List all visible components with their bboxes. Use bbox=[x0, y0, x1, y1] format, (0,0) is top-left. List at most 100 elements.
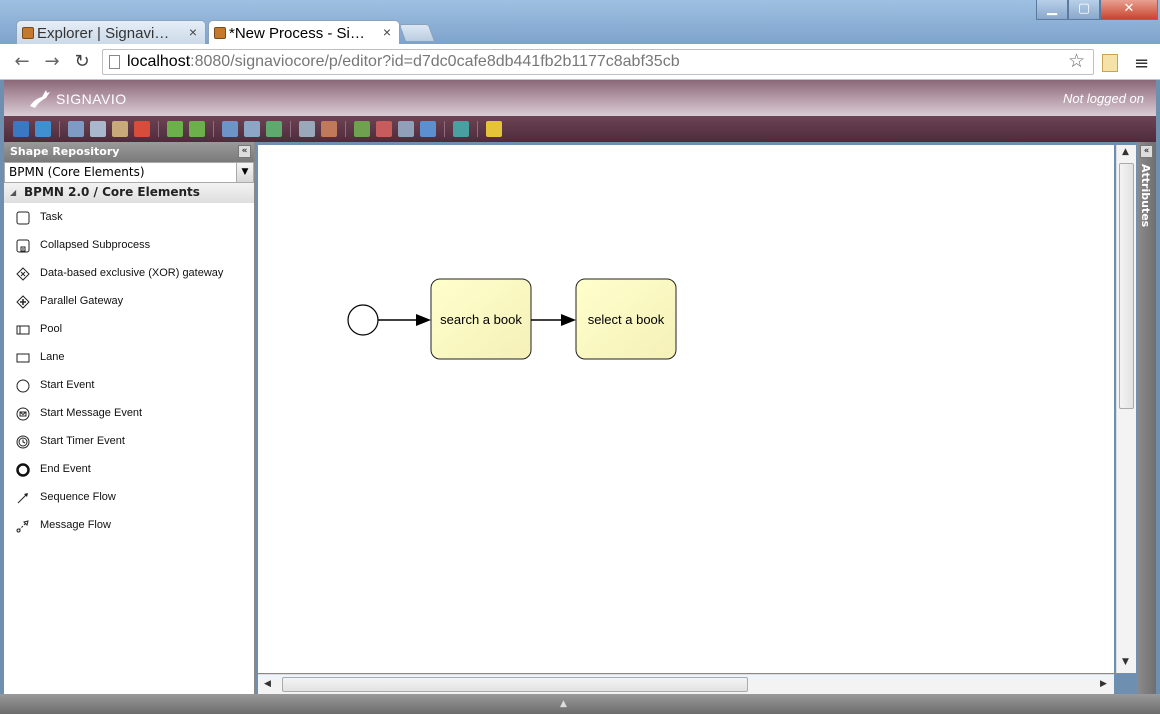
sequence-flow-arrow-icon bbox=[416, 314, 431, 326]
shape-item-sequence-flow[interactable]: Sequence Flow bbox=[4, 483, 254, 511]
align-vertical-icon[interactable] bbox=[222, 121, 238, 137]
shape-item-parallel-gateway[interactable]: Parallel Gateway bbox=[4, 287, 254, 315]
new-tab-button[interactable] bbox=[398, 24, 436, 42]
expand-panel-icon[interactable]: « bbox=[1140, 145, 1153, 158]
shape-label: Data-based exclusive (XOR) gateway bbox=[40, 267, 224, 279]
reload-icon[interactable]: ↻ bbox=[72, 52, 92, 72]
syntax-check-icon[interactable] bbox=[486, 121, 502, 137]
close-window-button[interactable]: ✕ bbox=[1100, 0, 1158, 20]
shape-item-pool[interactable]: Pool bbox=[4, 315, 254, 343]
url-path: :8080/signaviocore/p/editor?id=d7dc0cafe… bbox=[190, 53, 680, 70]
collapse-panel-icon[interactable]: « bbox=[238, 145, 251, 158]
shape-item-collapsed-subprocess[interactable]: Collapsed Subprocess bbox=[4, 231, 254, 259]
extension-icon[interactable] bbox=[1102, 54, 1118, 72]
task-select-a-book[interactable]: select a book bbox=[575, 278, 677, 360]
stencil-group-header[interactable]: ◢ BPMN 2.0 / Core Elements bbox=[4, 183, 254, 203]
tab-title: *New Process - Signa bbox=[229, 25, 369, 42]
lane-icon bbox=[16, 353, 30, 363]
sequence-flow-arrow-icon bbox=[561, 314, 576, 326]
toolbar-separator bbox=[444, 121, 445, 137]
zoom-standard-icon[interactable] bbox=[398, 121, 414, 137]
undo-icon[interactable] bbox=[167, 121, 183, 137]
minimize-button[interactable]: ▁ bbox=[1036, 0, 1068, 20]
sequence-flow-icon bbox=[17, 493, 28, 504]
start-event-icon bbox=[16, 379, 30, 393]
save-icon[interactable] bbox=[13, 121, 29, 137]
shape-label: End Event bbox=[40, 463, 91, 475]
resize-grip-icon[interactable]: ▲ bbox=[560, 699, 567, 709]
maximize-button[interactable]: ▢ bbox=[1068, 0, 1100, 20]
panel-title-text: Shape Repository bbox=[10, 145, 120, 158]
vertical-scroll-thumb[interactable] bbox=[1119, 163, 1134, 409]
align-horizontal-icon[interactable] bbox=[244, 121, 260, 137]
bottom-status-bar: ▲ bbox=[0, 694, 1160, 714]
shape-item-xor-gateway[interactable]: Data-based exclusive (XOR) gateway bbox=[4, 259, 254, 287]
shape-item-message-flow[interactable]: Message Flow bbox=[4, 511, 254, 539]
paste-icon[interactable] bbox=[112, 121, 128, 137]
attributes-panel[interactable]: « Attributes bbox=[1137, 142, 1156, 694]
message-event-icon bbox=[16, 407, 30, 421]
delete-icon[interactable] bbox=[134, 121, 150, 137]
zoom-in-icon[interactable] bbox=[354, 121, 370, 137]
chevron-down-icon[interactable]: ▼ bbox=[236, 163, 253, 182]
diagram-canvas[interactable]: search a book select a book bbox=[258, 145, 1114, 673]
cut-icon[interactable] bbox=[68, 121, 84, 137]
zoom-fit-icon[interactable] bbox=[420, 121, 436, 137]
toolbar-separator bbox=[213, 121, 214, 137]
forward-arrow-icon[interactable]: → bbox=[42, 52, 62, 72]
zoom-out-icon[interactable] bbox=[376, 121, 392, 137]
toolbar-separator bbox=[290, 121, 291, 137]
horizontal-scrollbar[interactable]: ◀ ▶ bbox=[258, 674, 1114, 694]
scroll-left-icon[interactable]: ◀ bbox=[264, 679, 271, 689]
browser-menu-icon[interactable]: ≡ bbox=[1134, 53, 1149, 74]
shape-label: Sequence Flow bbox=[40, 491, 116, 503]
scroll-down-icon[interactable]: ▼ bbox=[1122, 657, 1129, 667]
toolbar-separator bbox=[345, 121, 346, 137]
shape-item-task[interactable]: Task bbox=[4, 203, 254, 231]
toolbar-separator bbox=[59, 121, 60, 137]
brand-name: SIGNAVIO bbox=[56, 91, 127, 107]
close-tab-icon[interactable]: × bbox=[189, 24, 197, 40]
shape-item-lane[interactable]: Lane bbox=[4, 343, 254, 371]
group-icon[interactable] bbox=[299, 121, 315, 137]
signavio-favicon-icon bbox=[22, 27, 34, 39]
redo-icon[interactable] bbox=[189, 121, 205, 137]
scroll-right-icon[interactable]: ▶ bbox=[1100, 679, 1107, 689]
task-search-a-book[interactable]: search a book bbox=[430, 278, 532, 360]
tab-title: Explorer | Signavio ... bbox=[37, 25, 177, 42]
back-arrow-icon[interactable]: ← bbox=[12, 52, 32, 72]
stencil-set-select[interactable]: BPMN (Core Elements) ▼ bbox=[4, 162, 254, 183]
signavio-favicon-icon bbox=[214, 27, 226, 39]
save-as-icon[interactable] bbox=[35, 121, 51, 137]
xor-gateway-icon bbox=[16, 267, 30, 281]
shape-item-start-message-event[interactable]: Start Message Event bbox=[4, 399, 254, 427]
expand-triangle-icon[interactable]: ◢ bbox=[10, 188, 16, 197]
url-input[interactable]: localhost:8080/signaviocore/p/editor?id=… bbox=[102, 49, 1094, 75]
start-event-shape[interactable] bbox=[347, 304, 379, 336]
shape-item-start-timer-event[interactable]: Start Timer Event bbox=[4, 427, 254, 455]
toolbar-separator bbox=[158, 121, 159, 137]
tab-new-process[interactable]: *New Process - Signa × bbox=[208, 20, 400, 45]
shape-item-start-event[interactable]: Start Event bbox=[4, 371, 254, 399]
tab-explorer[interactable]: Explorer | Signavio ... × bbox=[16, 20, 206, 45]
subprocess-icon bbox=[16, 239, 30, 253]
shape-item-end-event[interactable]: End Event bbox=[4, 455, 254, 483]
ungroup-icon[interactable] bbox=[321, 121, 337, 137]
signavio-logo-icon bbox=[30, 90, 50, 108]
shape-label: Collapsed Subprocess bbox=[40, 239, 151, 251]
toolbar-separator bbox=[477, 121, 478, 137]
shape-label: Start Timer Event bbox=[40, 435, 125, 447]
timer-event-icon bbox=[16, 435, 30, 449]
panel-title: Shape Repository « bbox=[4, 142, 254, 162]
scroll-up-icon[interactable]: ▲ bbox=[1122, 147, 1129, 157]
layout-icon[interactable] bbox=[453, 121, 469, 137]
same-size-icon[interactable] bbox=[266, 121, 282, 137]
task-label: search a book bbox=[440, 312, 522, 327]
horizontal-scroll-thumb[interactable] bbox=[282, 677, 748, 692]
vertical-scrollbar[interactable]: ▲ ▼ bbox=[1116, 145, 1136, 673]
close-tab-icon[interactable]: × bbox=[383, 24, 391, 40]
copy-icon[interactable] bbox=[90, 121, 106, 137]
shape-label: Start Event bbox=[40, 379, 95, 391]
bookmark-star-icon[interactable]: ☆ bbox=[1068, 50, 1085, 72]
editor-toolbar bbox=[4, 116, 1156, 142]
